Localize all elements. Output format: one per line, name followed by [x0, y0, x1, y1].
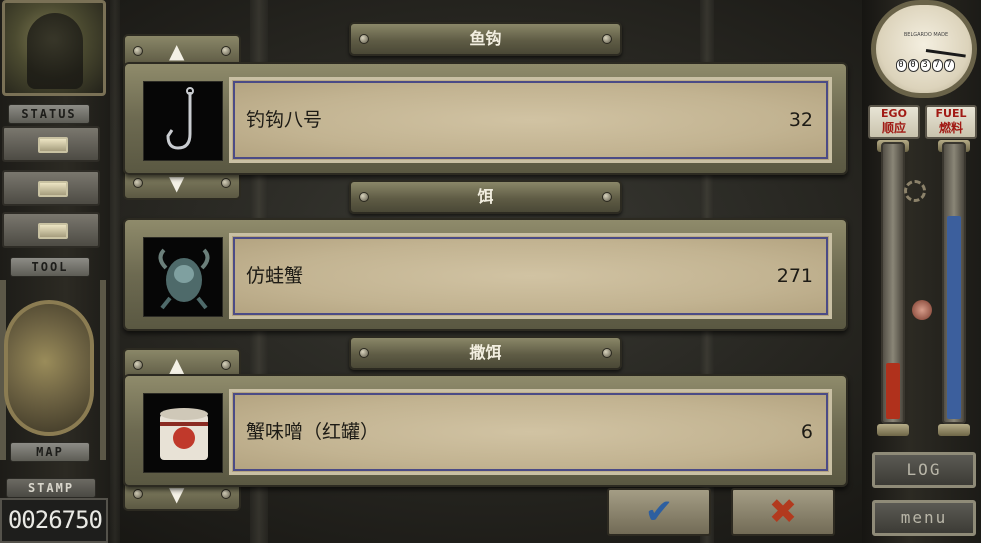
section-header-hook: 鱼钩	[349, 22, 622, 56]
odometer-digit: 3	[919, 59, 931, 72]
cancel-button[interactable]: ✖	[731, 488, 835, 536]
item-row[interactable]: 蟹味噌（红罐） 6	[229, 389, 832, 475]
fuel-tube	[942, 142, 966, 424]
section-title: 撒饵	[469, 343, 502, 362]
hook-item-panel: 钓钩八号 32	[123, 62, 848, 175]
odometer-digit: 0	[907, 59, 919, 72]
rivet	[359, 34, 369, 44]
rivet	[359, 192, 369, 202]
odometer: 0 0 3 7 7	[894, 59, 956, 73]
status-drawer-3[interactable]	[2, 212, 100, 248]
drawer-handle-icon	[38, 223, 68, 239]
item-quantity: 271	[776, 265, 813, 287]
rivet	[133, 46, 143, 56]
close-icon: ✖	[768, 492, 798, 532]
gauge-caption: BELGARDO MADE	[903, 32, 949, 38]
item-quantity: 6	[800, 421, 813, 443]
log-button[interactable]: LOG	[872, 452, 976, 488]
rivet	[602, 192, 612, 202]
rivet	[359, 348, 369, 358]
gear-icon	[904, 180, 926, 202]
stamp-label: STAMP	[6, 478, 96, 498]
pressure-gauge: BELGARDO MADE 0 0 3 7 7	[871, 0, 977, 98]
fuel-level-fill	[947, 216, 961, 419]
chum-item-panel: 蟹味噌（红罐） 6	[123, 374, 848, 487]
item-row[interactable]: 钓钩八号 32	[229, 77, 832, 163]
character-silhouette	[27, 13, 83, 89]
section-title: 饵	[477, 187, 494, 206]
ego-level-fill	[886, 363, 900, 419]
item-name: 蟹味噌（红罐）	[246, 421, 380, 443]
ego-tube	[881, 142, 905, 424]
rivet	[133, 360, 143, 370]
frog-crab-lure-icon	[143, 237, 223, 317]
rivet	[602, 348, 612, 358]
rivet	[221, 489, 231, 499]
ego-label-cn: 顺应	[881, 121, 906, 135]
fish-hook-icon	[143, 81, 223, 161]
map-globe-icon[interactable]	[4, 300, 94, 436]
checkmark-icon: ✔	[644, 492, 674, 532]
tin-can-icon	[143, 393, 223, 473]
drawer-handle-icon	[38, 181, 68, 197]
bait-item-panel: 仿蛙蟹 271	[123, 218, 848, 331]
tube-cap	[877, 424, 909, 436]
odometer-digit: 7	[931, 59, 943, 72]
character-portrait[interactable]	[2, 0, 106, 96]
section-header-chum: 撒饵	[349, 336, 622, 370]
item-name: 钓钩八号	[246, 109, 323, 131]
odometer-digit: 7	[943, 59, 955, 72]
menu-button[interactable]: menu	[872, 500, 976, 536]
status-label: STATUS	[8, 104, 90, 124]
fuel-plate: FUEL 燃料	[925, 105, 977, 139]
fuel-label-en: FUEL	[935, 107, 967, 120]
gauge-needle-icon	[925, 49, 966, 58]
section-title: 鱼钩	[469, 29, 502, 48]
status-drawer-1[interactable]	[2, 126, 100, 162]
item-row[interactable]: 仿蛙蟹 271	[229, 233, 832, 319]
odometer-digit: 0	[895, 59, 907, 72]
left-hud-panel: STATUS TOOL MAP STAMP 0026750	[0, 0, 110, 543]
valve-wheel-icon	[912, 300, 932, 320]
ego-label-en: EGO	[881, 107, 907, 120]
rivet	[602, 34, 612, 44]
fuel-label-cn: 燃料	[938, 121, 963, 135]
rivet	[133, 178, 143, 188]
rivet	[221, 178, 231, 188]
stamp-counter: 0026750	[0, 498, 108, 543]
tube-cap	[938, 424, 970, 436]
section-header-bait: 饵	[349, 180, 622, 214]
ego-plate: EGO 顺应	[868, 105, 920, 139]
item-quantity: 32	[788, 109, 813, 131]
drawer-handle-icon	[38, 137, 68, 153]
map-label: MAP	[10, 442, 90, 462]
item-name: 仿蛙蟹	[246, 265, 304, 287]
confirm-button[interactable]: ✔	[607, 488, 711, 536]
rivet	[221, 360, 231, 370]
rivet	[133, 489, 143, 499]
status-drawer-2[interactable]	[2, 170, 100, 206]
tool-label: TOOL	[10, 257, 90, 277]
rivet	[221, 46, 231, 56]
